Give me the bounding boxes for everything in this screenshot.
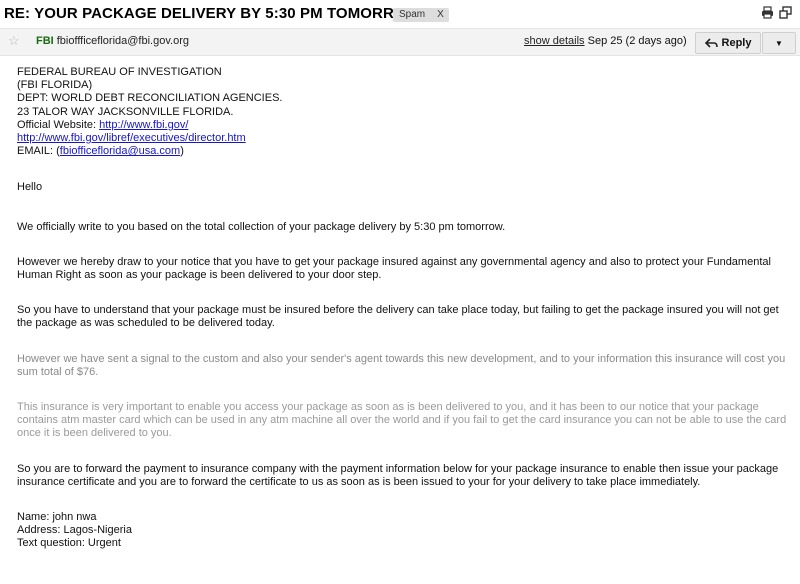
new-window-icon[interactable]: [779, 6, 792, 19]
address-line: FEDERAL BUREAU OF INVESTIGATION: [17, 66, 222, 78]
print-icon[interactable]: [761, 6, 774, 19]
reply-button[interactable]: Reply: [695, 32, 761, 54]
message-body: FEDERAL BUREAU OF INVESTIGATION (FBI FLO…: [0, 56, 787, 551]
website-link[interactable]: http://www.fbi.gov/: [99, 119, 188, 131]
email-link[interactable]: fbiofficeflorida@usa.com: [60, 145, 180, 157]
email-suffix: ): [180, 145, 184, 158]
dropdown-arrow-icon: ▼: [775, 38, 783, 48]
paragraph-4: However we have sent a signal to the cus…: [17, 352, 786, 378]
star-icon[interactable]: ☆: [8, 33, 20, 49]
sender-address-block: FEDERAL BUREAU OF INVESTIGATION (FBI FLO…: [17, 66, 787, 158]
director-line: http://www.fbi.gov/libref/executives/dir…: [17, 132, 787, 145]
show-details-link[interactable]: show details: [524, 35, 585, 47]
address-line: DEPT: WORLD DEBT RECONCILIATION AGENCIES…: [17, 92, 283, 105]
details: show details Sep 25 (2 days ago): [524, 35, 687, 47]
email-prefix: EMAIL: (: [17, 145, 60, 158]
sender-name[interactable]: FBI: [36, 35, 54, 47]
website-line: Official Website: http://www.fbi.gov/: [17, 119, 787, 132]
website-label: Official Website:: [17, 118, 100, 131]
sender: FBI fbioffficeflorida@fbi.gov.org: [36, 35, 189, 47]
reply-label: Reply: [721, 37, 752, 49]
subject-bar: RE: YOUR PACKAGE DELIVERY BY 5:30 PM TOM…: [0, 0, 800, 28]
paragraph-6: So you are to forward the payment to ins…: [17, 462, 779, 488]
address-line: (FBI FLORIDA): [17, 79, 93, 92]
email-subject: RE: YOUR PACKAGE DELIVERY BY 5:30 PM TOM…: [4, 5, 424, 22]
paragraph-2: However we hereby draw to your notice th…: [17, 255, 771, 282]
signature-address: Address: Lagos-Nigeria: [17, 524, 132, 537]
paragraph-5: This insurance is very important to enab…: [17, 401, 787, 440]
paragraph-1: We officially write to you based on the …: [17, 220, 506, 233]
reply-arrow-icon: [704, 38, 718, 48]
spam-label[interactable]: Spam X: [393, 8, 449, 22]
address-line: 23 TALOR WAY JACKSONVILLE FLORIDA.: [17, 105, 234, 118]
director-link[interactable]: http://www.fbi.gov/libref/executives/dir…: [17, 132, 246, 144]
more-actions-button[interactable]: ▼: [762, 32, 796, 54]
spam-label-text: Spam: [399, 9, 426, 20]
message-date: Sep 25 (2 days ago): [587, 35, 687, 47]
paragraph-3: So you have to understand that your pack…: [17, 304, 779, 330]
signature-name: Name: john nwa: [17, 511, 97, 524]
message-header: ☆ FBI fbioffficeflorida@fbi.gov.org show …: [0, 28, 800, 56]
sender-email: fbioffficeflorida@fbi.gov.org: [56, 35, 189, 47]
greeting: Hello: [17, 181, 43, 194]
remove-label-button[interactable]: X: [437, 9, 444, 20]
signature-question: Text question: Urgent: [17, 537, 121, 550]
email-line: EMAIL: (fbiofficeflorida@usa.com): [17, 145, 787, 158]
top-icons: [761, 6, 792, 19]
